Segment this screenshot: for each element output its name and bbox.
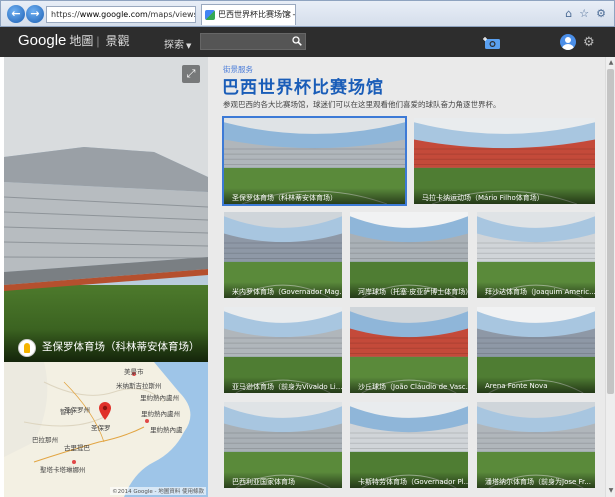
tile-label: 沙丘球场（João Cláudio de Vasc... [350, 377, 468, 393]
street-view-preview[interactable]: ⤢ 圣保罗体育场（科林蒂安体育场） [4, 57, 208, 362]
map-label-11: 里約熱內盧州 [140, 394, 179, 402]
tile-label: 米内罗体育场（Governador Mag... [224, 282, 342, 298]
tile-label: 圣保罗体育场（科林蒂安体育场） [224, 188, 405, 204]
stadium-tile-1[interactable]: 圣保罗体育场（科林蒂安体育场） [222, 116, 407, 206]
tile-label: 潘塔纳尔体育场（前身为Jose Fr... [477, 472, 595, 488]
back-button[interactable]: ← [7, 5, 25, 23]
tile-label: 亚马逊体育场（前身为Vivaldo Li... [224, 377, 342, 393]
google-header: Google 地圖 | 景觀 探索 ▼ ⚙ [0, 27, 615, 57]
map-label-10: 智利 [60, 408, 73, 416]
stadium-tile-9[interactable]: 巴西利亚国家体育场 [224, 402, 342, 488]
tile-label: 马拉卡纳运动场（Mário Filho体育场） [414, 188, 595, 204]
stadium-tile-7[interactable]: 沙丘球场（João Cláudio de Vasc... [350, 307, 468, 393]
map-label-4: 圣保罗 [91, 424, 111, 432]
tab-close-icon[interactable]: × [284, 5, 292, 25]
chevron-down-icon: ▼ [186, 42, 192, 50]
scroll-up-icon[interactable]: ▲ [607, 59, 615, 67]
stadium-tile-3[interactable]: 米内罗体育场（Governador Mag... [224, 212, 342, 298]
map-label-5: 里約熱內盧州 [141, 410, 180, 418]
logo-product: 地圖 [69, 34, 94, 48]
url-prefix: https:// [51, 10, 80, 19]
map-label-8: 古里提巴 [64, 444, 90, 452]
scroll-thumb[interactable] [607, 69, 614, 394]
address-bar[interactable]: https://www.google.com/maps/views/stree [46, 6, 196, 23]
stadium-tile-2[interactable]: 马拉卡纳运动场（Mário Filho体育场） [414, 118, 595, 204]
forward-button[interactable]: → [26, 5, 44, 23]
tile-label: Arena Fonte Nova [477, 377, 595, 393]
search-icon[interactable] [292, 36, 302, 46]
browser-toolbar-icons: ⌂ ☆ ⚙ [565, 7, 606, 20]
browser-tab[interactable]: 巴西世界杯比赛场馆 - 街景 ... × [201, 4, 296, 25]
map-credit: ©2014 Google - 地圖資料 使用條款 [110, 487, 206, 495]
explore-dropdown[interactable]: 探索 ▼ [164, 36, 191, 51]
stadium-tile-4[interactable]: 河岸球场（托塞·皮亚萨博士体育场） [350, 212, 468, 298]
explore-label: 探索 [164, 40, 184, 51]
favorites-star-icon[interactable]: ☆ [579, 7, 589, 20]
stadium-tile-10[interactable]: 卡斯特劳体育场（Governador Pl... [350, 402, 468, 488]
map-label-7: 巴拉那州 [32, 436, 58, 444]
map-label-1: 美景市 [124, 368, 144, 376]
scroll-down-icon[interactable]: ▼ [607, 487, 615, 495]
home-icon[interactable]: ⌂ [565, 7, 572, 20]
logo-separator: | [96, 34, 100, 48]
map-label-9: 聖塔卡塔琳娜州 [40, 466, 86, 474]
expand-icon[interactable]: ⤢ [182, 65, 200, 83]
tools-gear-icon[interactable]: ⚙ [596, 7, 606, 20]
stadium-panorama-image [4, 57, 208, 362]
logo-text: Google [18, 32, 67, 49]
map-marker-icon[interactable] [99, 402, 111, 420]
page-description: 参观巴西的各大比赛场馆，球迷们可以在这里观看他们喜爱的球队奋力角逐世界杯。 [223, 100, 501, 109]
google-maps-logo[interactable]: Google 地圖 | 景觀 [18, 32, 130, 49]
tile-label: 拜沙达体育场（Joaquim Americ... [477, 282, 595, 298]
search-input[interactable] [200, 33, 306, 50]
browser-chrome: ← → https://www.google.com/maps/views/st… [0, 0, 615, 27]
map-label-2: 米纳斯吉拉斯州 [116, 382, 162, 390]
left-panel: ⤢ 圣保罗体育场（科林蒂安体育场） 美景市 米纳斯吉拉斯州 圣保罗州 圣保罗 里… [4, 57, 208, 497]
add-photo-camera-icon[interactable] [482, 36, 502, 50]
map-label-6: 里約熱內盧 [150, 426, 183, 434]
page-title: 巴西世界杯比赛场馆 [222, 78, 384, 98]
tile-label: 河岸球场（托塞·皮亚萨博士体育场） [350, 282, 468, 298]
stadium-tile-11[interactable]: 潘塔纳尔体育场（前身为Jose Fr... [477, 402, 595, 488]
stadium-tile-6[interactable]: 亚马逊体育场（前身为Vivaldo Li... [224, 307, 342, 393]
gear-icon[interactable]: ⚙ [583, 35, 595, 50]
account-avatar[interactable] [560, 34, 576, 50]
url-host: www.google.com [79, 10, 148, 19]
location-map[interactable]: 美景市 米纳斯吉拉斯州 圣保罗州 圣保罗 里約熱內盧州 里約熱內盧 巴拉那州 古… [4, 362, 208, 497]
logo-section: 景觀 [105, 34, 130, 48]
url-path: /maps/views/stree [147, 10, 195, 19]
tile-label: 巴西利亚国家体育场 [224, 472, 342, 488]
stadium-tile-5[interactable]: 拜沙达体育场（Joaquim Americ... [477, 212, 595, 298]
favicon-icon [205, 10, 215, 20]
page-scrollbar[interactable]: ▲ ▼ [605, 57, 615, 497]
stadium-gallery: 街景服务 巴西世界杯比赛场馆 参观巴西的各大比赛场馆，球迷们可以在这里观看他们喜… [208, 57, 605, 497]
pegman-icon [18, 339, 36, 357]
tile-label: 卡斯特劳体育场（Governador Pl... [350, 472, 468, 488]
stadium-tile-8[interactable]: Arena Fonte Nova [477, 307, 595, 393]
